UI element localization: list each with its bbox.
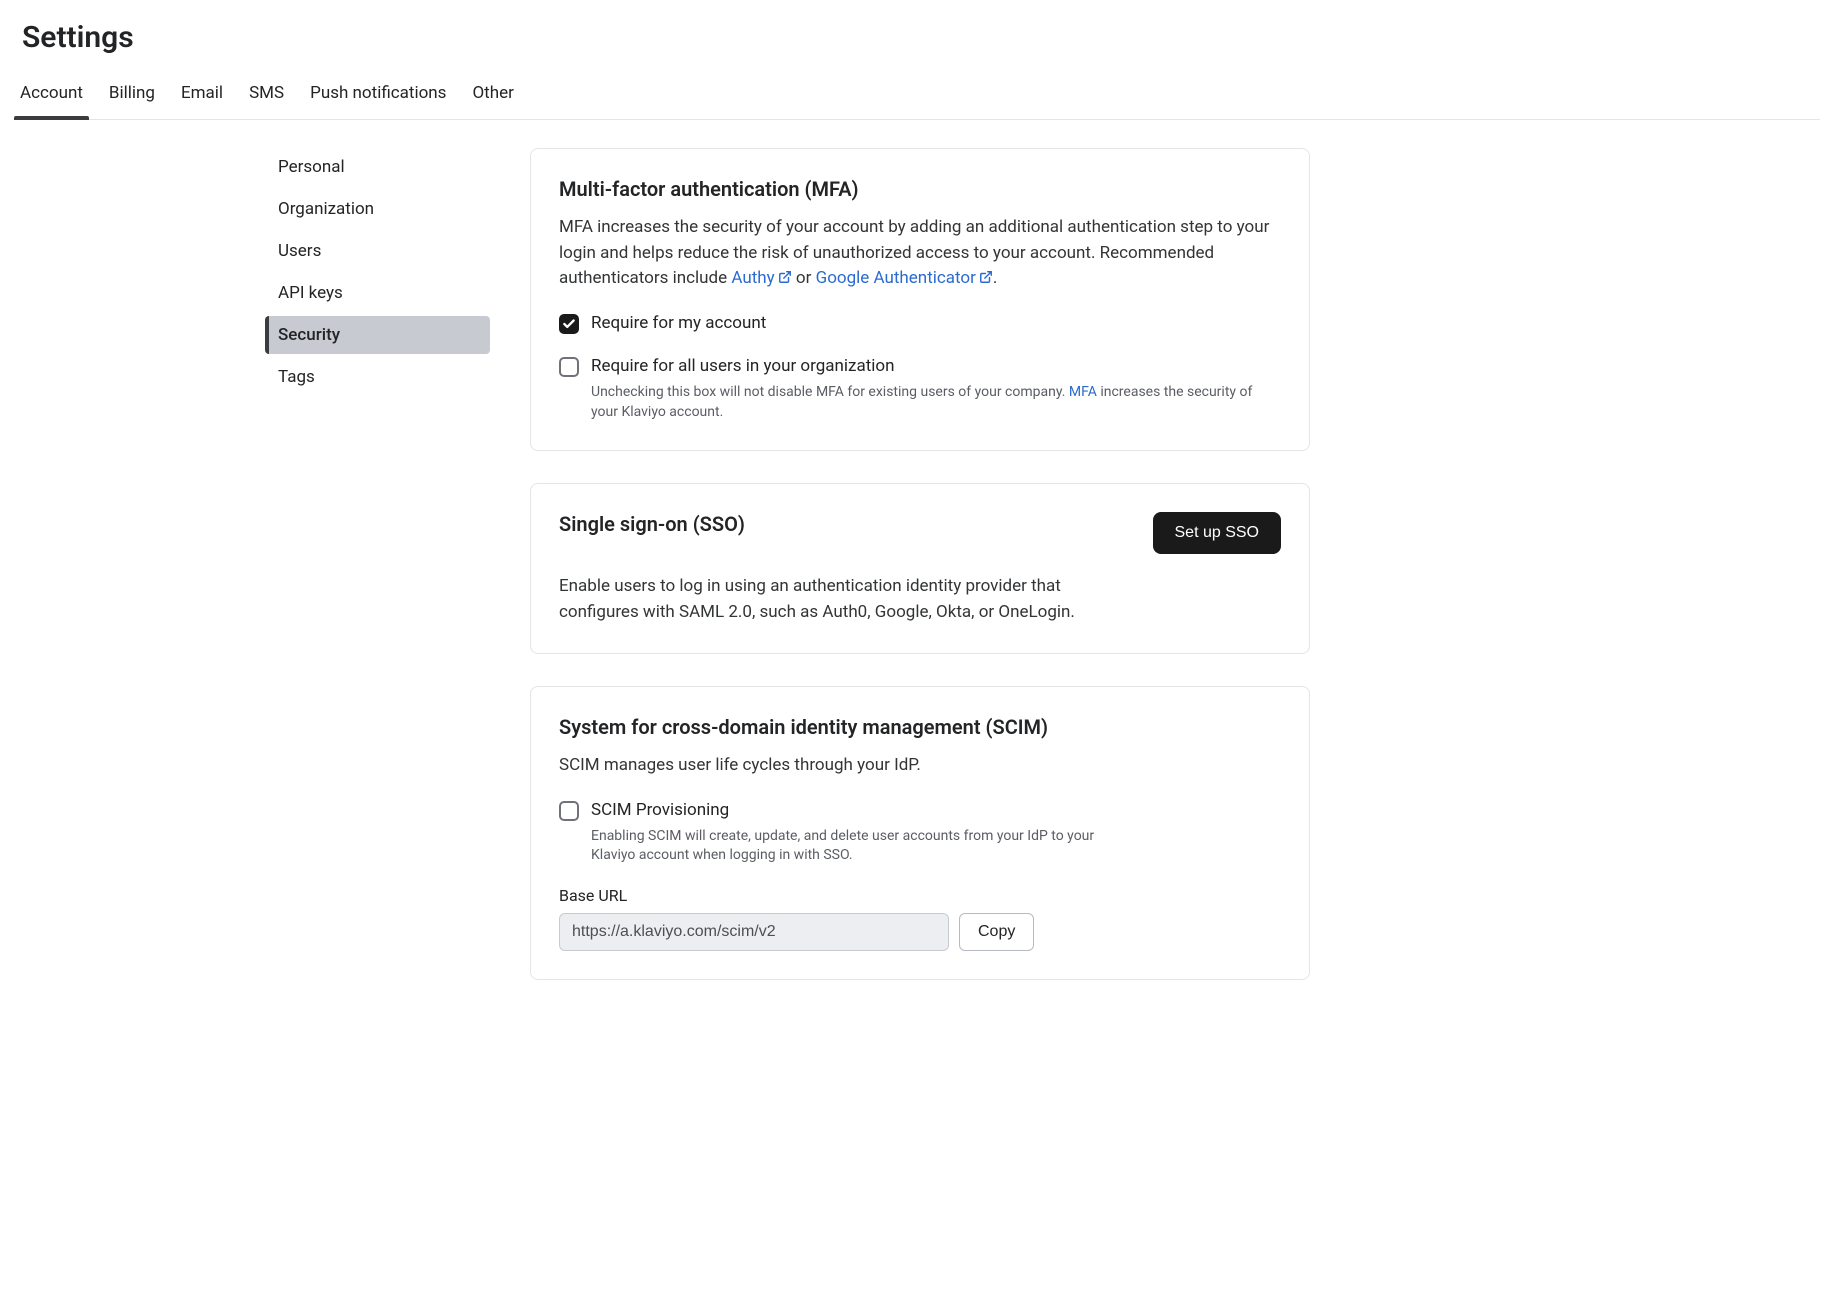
mfa-org-sub-pre: Unchecking this box will not disable MFA… — [591, 384, 1069, 400]
sidebar-item-security[interactable]: Security — [265, 316, 490, 354]
scim-provisioning-label: SCIM Provisioning — [591, 799, 1111, 823]
mfa-require-account-row: Require for my account — [559, 312, 1281, 336]
scim-provisioning-checkbox[interactable] — [559, 801, 579, 821]
mfa-require-org-row: Require for all users in your organizati… — [559, 355, 1281, 422]
tab-billing[interactable]: Billing — [109, 79, 155, 119]
mfa-card: Multi-factor authentication (MFA) MFA in… — [530, 148, 1310, 451]
sidebar: Personal Organization Users API keys Sec… — [265, 148, 490, 1012]
base-url-input[interactable] — [559, 913, 949, 951]
tab-other[interactable]: Other — [472, 79, 513, 119]
authy-link[interactable]: Authy — [731, 268, 791, 288]
mfa-desc-end: . — [993, 268, 997, 288]
sidebar-item-tags[interactable]: Tags — [265, 358, 490, 396]
set-up-sso-button[interactable]: Set up SSO — [1153, 512, 1282, 554]
mfa-require-account-checkbox[interactable] — [559, 314, 579, 334]
copy-button[interactable]: Copy — [959, 913, 1034, 951]
mfa-require-account-label: Require for my account — [591, 312, 766, 336]
tab-email[interactable]: Email — [181, 79, 223, 119]
tab-sms[interactable]: SMS — [249, 79, 284, 119]
sidebar-item-organization[interactable]: Organization — [265, 190, 490, 228]
sidebar-item-users[interactable]: Users — [265, 232, 490, 270]
authy-link-text: Authy — [731, 268, 774, 288]
mfa-require-org-label: Require for all users in your organizati… — [591, 355, 1281, 379]
scim-provisioning-row: SCIM Provisioning Enabling SCIM will cre… — [559, 799, 1281, 866]
scim-provisioning-subtext: Enabling SCIM will create, update, and d… — [591, 827, 1111, 866]
page-title: Settings — [22, 20, 1820, 55]
tab-account[interactable]: Account — [20, 79, 83, 119]
sso-title: Single sign-on (SSO) — [559, 512, 745, 536]
external-link-icon — [979, 267, 993, 281]
sso-description: Enable users to log in using an authenti… — [559, 574, 1089, 625]
sso-card: Single sign-on (SSO) Set up SSO Enable u… — [530, 483, 1310, 654]
scim-card: System for cross-domain identity managem… — [530, 686, 1310, 979]
sidebar-item-api-keys[interactable]: API keys — [265, 274, 490, 312]
tab-push-notifications[interactable]: Push notifications — [310, 79, 446, 119]
sidebar-item-personal[interactable]: Personal — [265, 148, 490, 186]
mfa-desc-or: or — [792, 268, 816, 288]
tab-bar: Account Billing Email SMS Push notificat… — [20, 79, 1820, 120]
mfa-require-org-checkbox[interactable] — [559, 357, 579, 377]
external-link-icon — [778, 267, 792, 281]
scim-title: System for cross-domain identity managem… — [559, 715, 1281, 739]
scim-description: SCIM manages user life cycles through yo… — [559, 753, 1281, 779]
mfa-title: Multi-factor authentication (MFA) — [559, 177, 1281, 201]
mfa-require-org-subtext: Unchecking this box will not disable MFA… — [591, 383, 1281, 422]
base-url-label: Base URL — [559, 886, 1281, 905]
mfa-info-link[interactable]: MFA — [1069, 384, 1097, 400]
google-authenticator-link[interactable]: Google Authenticator — [816, 268, 993, 288]
mfa-description: MFA increases the security of your accou… — [559, 215, 1281, 292]
google-authenticator-link-text: Google Authenticator — [816, 268, 976, 288]
